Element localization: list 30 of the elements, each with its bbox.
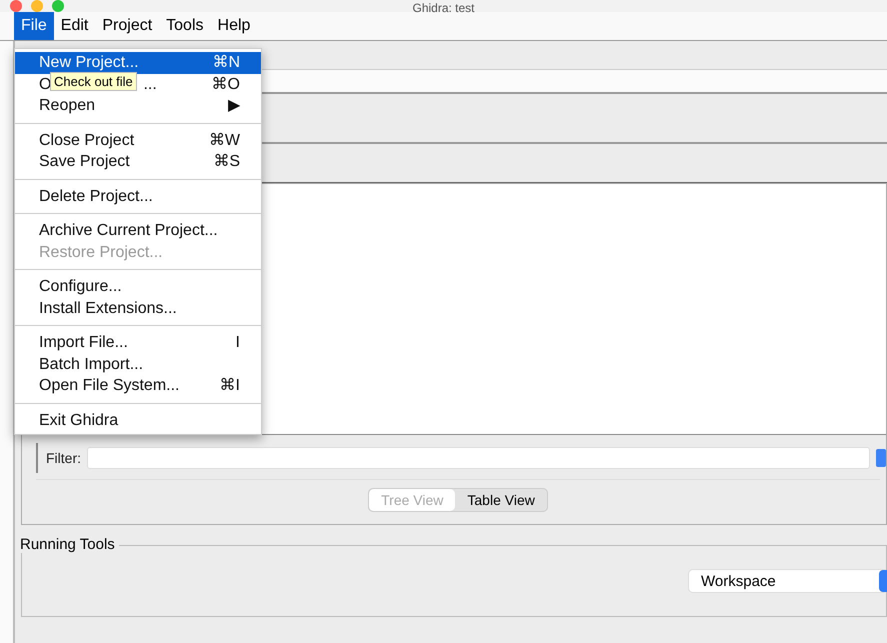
window-control-icon[interactable] — [10, 0, 22, 12]
menu-item[interactable]: Batch Import... — [15, 354, 261, 375]
menu-item[interactable]: Configure... — [15, 276, 261, 298]
window-title: Ghidra: test — [412, 1, 475, 15]
window-control-icon[interactable] — [52, 0, 64, 12]
menu-item[interactable]: Close Project ⌘W — [15, 130, 261, 151]
menu-item-label[interactable]: ... — [143, 74, 157, 94]
menu-item[interactable]: Install Extensions... — [15, 298, 261, 319]
menu-item[interactable]: Reopen ▶ — [15, 95, 261, 116]
group-title: Running Tools — [20, 536, 119, 553]
filter-field[interactable] — [87, 447, 870, 469]
menu-item[interactable]: Open File System... ⌘I — [15, 375, 261, 396]
menu-item[interactable]: Delete Project... — [15, 186, 261, 207]
menu-item[interactable]: Archive Current Project... — [15, 220, 261, 242]
menu-item[interactable]: Save Project ⌘S — [15, 151, 261, 172]
workspace-dropdown[interactable]: Workspace — [688, 569, 887, 593]
view-toggle[interactable]: Table View — [455, 489, 547, 511]
menu-title[interactable]: Project — [95, 12, 160, 40]
menu-shortcut[interactable]: ⌘O — [212, 74, 240, 94]
clear-filter-icon[interactable] — [876, 449, 886, 467]
menu-item[interactable]: New Project... ⌘N — [15, 52, 261, 74]
menu-title[interactable]: Tools — [159, 12, 211, 40]
window-control-icon[interactable] — [31, 0, 43, 12]
menu-title[interactable]: Edit — [54, 12, 96, 40]
menu-title[interactable]: Help — [210, 12, 258, 40]
menu-item[interactable]: Import File... I — [15, 332, 261, 354]
filter-label: Filter: — [46, 450, 81, 466]
tooltip: Check out file — [50, 72, 137, 91]
menu-item[interactable]: Exit Ghidra — [15, 410, 261, 431]
menu-title[interactable]: File — [14, 12, 54, 40]
